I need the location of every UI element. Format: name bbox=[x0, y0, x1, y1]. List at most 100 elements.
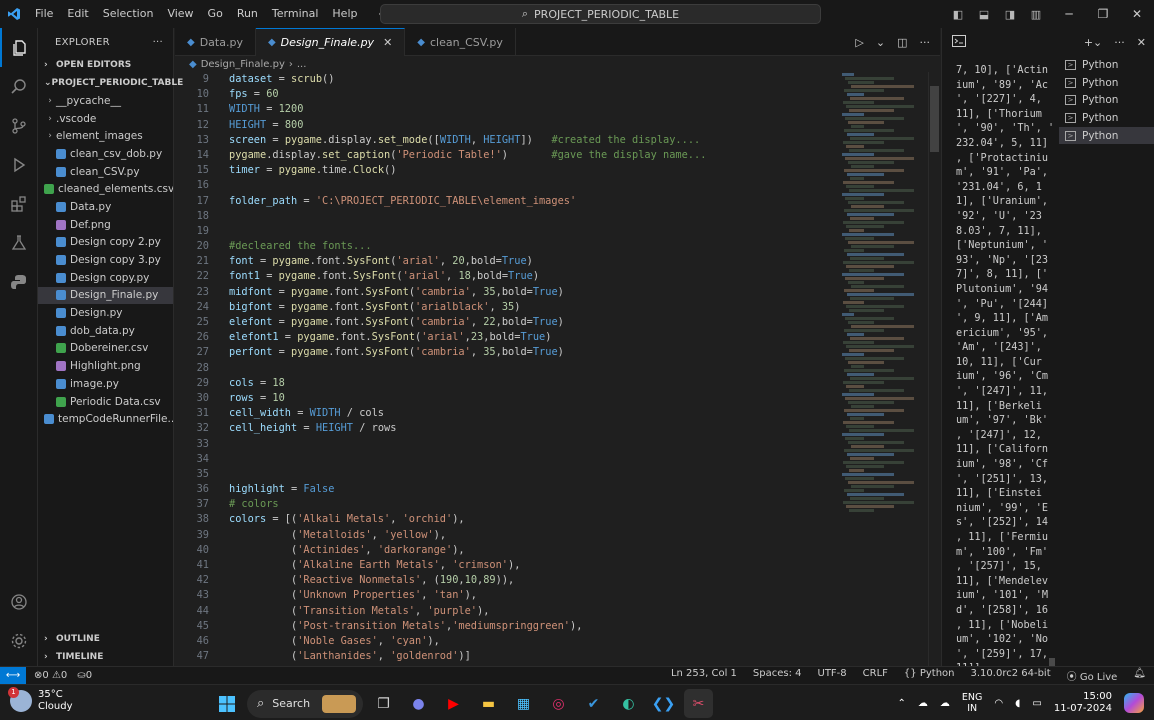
tab-data-py[interactable]: ◆ Data.py bbox=[175, 28, 256, 56]
file-item[interactable]: Periodic Data.csv bbox=[38, 393, 173, 411]
code-line[interactable]: 43 ('Unknown Properties', 'tan'), bbox=[175, 588, 840, 603]
code-line[interactable]: 27 perfont = pygame.font.SysFont('cambria… bbox=[175, 345, 840, 360]
code-line[interactable]: 32 cell_height = HEIGHT / rows bbox=[175, 421, 840, 436]
terminal-session[interactable]: > Python bbox=[1059, 109, 1154, 127]
file-item[interactable]: Design.py bbox=[38, 304, 173, 322]
code-line[interactable]: 18 bbox=[175, 209, 840, 224]
youtube-icon[interactable]: ▶ bbox=[439, 689, 468, 718]
code-line[interactable]: 42 ('Reactive Nonmetals', (190,10,89)), bbox=[175, 573, 840, 588]
go-live-button[interactable]: ⦿ Go Live bbox=[1067, 668, 1118, 683]
language-mode[interactable]: {} Python bbox=[904, 668, 955, 683]
notifications-bell-icon[interactable]: 🔔︎ bbox=[1133, 668, 1146, 683]
menu-run[interactable]: Run bbox=[230, 0, 265, 28]
explorer-icon[interactable] bbox=[0, 28, 38, 67]
minimap[interactable] bbox=[840, 72, 928, 666]
code-line[interactable]: 12 HEIGHT = 800 bbox=[175, 118, 840, 133]
run-dropdown-chevron-icon[interactable]: ⌄ bbox=[876, 36, 885, 49]
scrollbar-thumb[interactable] bbox=[930, 86, 939, 152]
code-line[interactable]: 38 colors = [('Alkali Metals', 'orchid'), bbox=[175, 512, 840, 527]
customize-layout-icon[interactable]: ▥ bbox=[1026, 0, 1046, 28]
code-line[interactable]: 37 # colors bbox=[175, 497, 840, 512]
code-line[interactable]: 46 ('Noble Gases', 'cyan'), bbox=[175, 634, 840, 649]
tab-clean-csv-py[interactable]: ◆ clean_CSV.py bbox=[405, 28, 516, 56]
code-line[interactable]: 16 bbox=[175, 178, 840, 193]
code-line[interactable]: 41 ('Alkaline Earth Metals', 'crimson'), bbox=[175, 558, 840, 573]
code-line[interactable]: 10 fps = 60 bbox=[175, 87, 840, 102]
snipping-tool-icon[interactable]: ✂ bbox=[684, 689, 713, 718]
file-item[interactable]: Dobereiner.csv bbox=[38, 340, 173, 358]
file-item[interactable]: clean_CSV.py bbox=[38, 163, 173, 181]
code-line[interactable]: 19 bbox=[175, 224, 840, 239]
close-tab-icon[interactable]: ✕ bbox=[383, 36, 392, 49]
settings-gear-icon[interactable] bbox=[0, 621, 38, 660]
file-item[interactable]: cleaned_elements.csv bbox=[38, 180, 173, 198]
teams-chat-icon[interactable]: ● bbox=[404, 689, 433, 718]
command-center-search[interactable]: ⌕ PROJECT_PERIODIC_TABLE bbox=[380, 4, 821, 24]
more-actions-icon[interactable]: ··· bbox=[920, 36, 931, 49]
code-line[interactable]: 22 font1 = pygame.font.SysFont('arial', 1… bbox=[175, 269, 840, 284]
terminal-session[interactable]: > Python bbox=[1059, 91, 1154, 109]
code-line[interactable]: 24 bigfont = pygame.font.SysFont('arialbl… bbox=[175, 300, 840, 315]
close-panel-icon[interactable]: ✕ bbox=[1137, 36, 1146, 49]
ports-indicator[interactable]: ⛀0 bbox=[77, 670, 92, 681]
folder-item[interactable]: › __pycache__ bbox=[38, 92, 173, 110]
code-editor[interactable]: 9 dataset = scrub() 10 fps = 60 11 WIDTH = 12… bbox=[175, 72, 840, 666]
terminal-session[interactable]: > Python bbox=[1059, 126, 1154, 145]
code-line[interactable]: 15 timer = pygame.time.Clock() bbox=[175, 163, 840, 178]
timeline-section[interactable]: › TIMELINE bbox=[38, 648, 174, 666]
code-line[interactable]: 35 bbox=[175, 467, 840, 482]
code-line[interactable]: 17 folder_path = 'C:\PROJECT_PERIODIC_TAB… bbox=[175, 194, 840, 209]
breadcrumb-file[interactable]: Design_Finale.py bbox=[201, 59, 285, 70]
wifi-icon[interactable]: ◠ bbox=[994, 698, 1003, 709]
toggle-primary-sidebar-icon[interactable]: ◧ bbox=[948, 0, 968, 28]
weather-widget[interactable]: 1 35°C Cloudy bbox=[8, 687, 72, 713]
code-line[interactable]: 14 pygame.display.set_caption('Periodic T… bbox=[175, 148, 840, 163]
file-item[interactable]: Design_Finale.py bbox=[38, 286, 173, 305]
menu-edit[interactable]: Edit bbox=[60, 0, 95, 28]
clock[interactable]: 15:00 11-07-2024 bbox=[1054, 691, 1112, 715]
code-line[interactable]: 33 bbox=[175, 437, 840, 452]
file-item[interactable]: clean_csv_dob.py bbox=[38, 145, 173, 163]
vscode-taskbar-icon[interactable]: ❮❯ bbox=[649, 689, 678, 718]
source-control-icon[interactable] bbox=[0, 106, 38, 145]
file-explorer-icon[interactable]: ▬ bbox=[474, 689, 503, 718]
menu-view[interactable]: View bbox=[160, 0, 200, 28]
menu-file[interactable]: File bbox=[28, 0, 60, 28]
task-view-icon[interactable]: ❐ bbox=[369, 689, 398, 718]
toggle-secondary-sidebar-icon[interactable]: ◨ bbox=[1000, 0, 1020, 28]
copilot-icon[interactable] bbox=[1124, 693, 1144, 713]
search-view-icon[interactable] bbox=[0, 67, 38, 106]
menu-go[interactable]: Go bbox=[201, 0, 230, 28]
file-encoding[interactable]: UTF-8 bbox=[818, 668, 847, 683]
volume-icon[interactable]: ◖ bbox=[1015, 698, 1020, 709]
new-terminal-icon[interactable]: +⌄ bbox=[1084, 36, 1102, 49]
edge-browser-icon[interactable]: ◐ bbox=[614, 689, 643, 718]
terminal-session[interactable]: > Python bbox=[1059, 74, 1154, 92]
problems-indicator[interactable]: ⊗0 ⚠0 bbox=[34, 670, 67, 681]
code-line[interactable]: 40 ('Actinides', 'darkorange'), bbox=[175, 543, 840, 558]
python-interpreter[interactable]: 3.10.0rc2 64-bit bbox=[971, 668, 1051, 683]
code-line[interactable]: 28 bbox=[175, 361, 840, 376]
more-actions-icon[interactable]: ··· bbox=[1114, 36, 1125, 49]
file-item[interactable]: tempCodeRunnerFile.... bbox=[38, 410, 173, 428]
terminal-session[interactable]: > Python bbox=[1059, 56, 1154, 74]
minimize-button[interactable]: ─ bbox=[1052, 0, 1086, 28]
file-item[interactable]: image.py bbox=[38, 375, 173, 393]
windows-start-icon[interactable] bbox=[212, 689, 241, 718]
file-item[interactable]: Design copy 2.py bbox=[38, 234, 173, 252]
outline-section[interactable]: › OUTLINE bbox=[38, 630, 174, 648]
end-of-line[interactable]: CRLF bbox=[863, 668, 888, 683]
extensions-icon[interactable] bbox=[0, 184, 38, 223]
menu-terminal[interactable]: Terminal bbox=[265, 0, 326, 28]
cursor-position[interactable]: Ln 253, Col 1 bbox=[671, 668, 737, 683]
code-line[interactable]: 26 elefont1 = pygame.font.SysFont('arial'… bbox=[175, 330, 840, 345]
code-line[interactable]: 11 WIDTH = 1200 bbox=[175, 102, 840, 117]
folder-item[interactable]: › element_images bbox=[38, 127, 173, 145]
code-line[interactable]: 29 cols = 18 bbox=[175, 376, 840, 391]
instagram-icon[interactable]: ◎ bbox=[544, 689, 573, 718]
project-folder-section[interactable]: ⌄ PROJECT_PERIODIC_TABLE bbox=[38, 74, 183, 92]
tray-chevron-up-icon[interactable]: ⌃ bbox=[898, 698, 906, 709]
file-item[interactable]: Highlight.png bbox=[38, 357, 173, 375]
file-item[interactable]: Data.py bbox=[38, 198, 173, 216]
code-line[interactable]: 36 highlight = False bbox=[175, 482, 840, 497]
